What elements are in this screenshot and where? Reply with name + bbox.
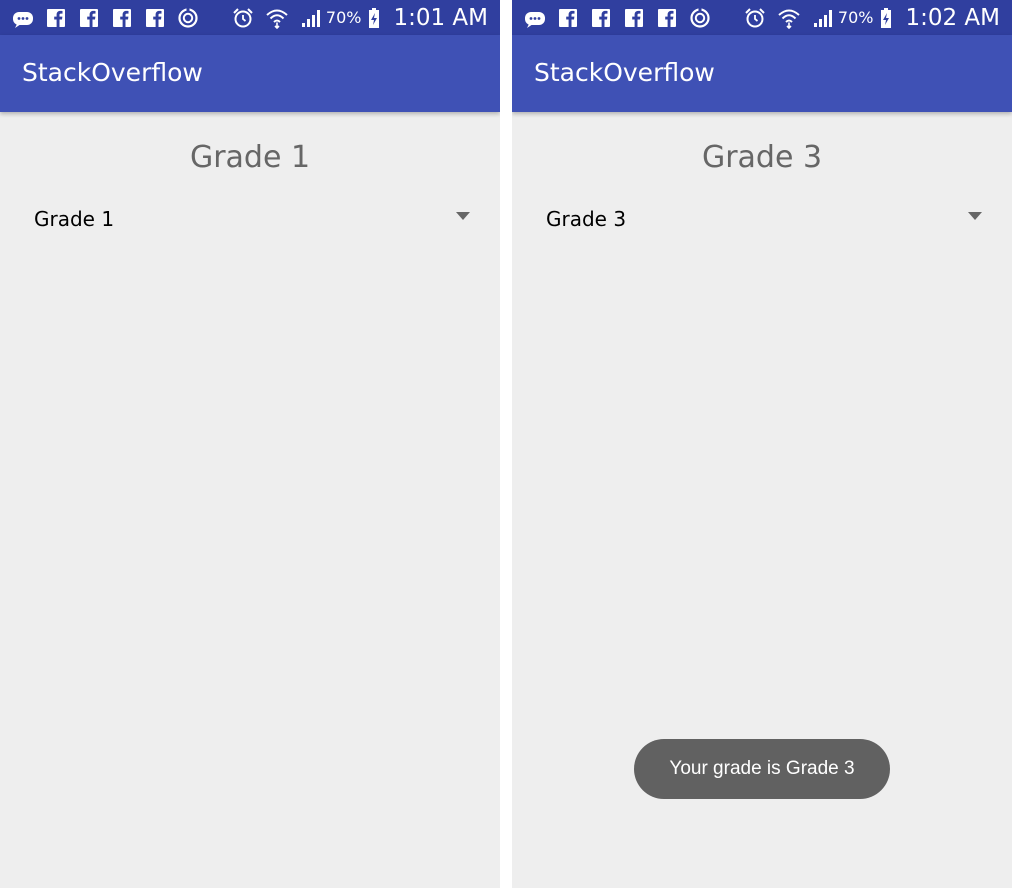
wifi-icon	[266, 7, 288, 29]
alarm-icon	[744, 7, 766, 29]
wifi-icon	[778, 7, 800, 29]
notification-icons	[12, 6, 199, 30]
facebook-icon	[557, 7, 579, 29]
spinner-selected-value: Grade 3	[546, 207, 627, 231]
facebook-icon	[656, 7, 678, 29]
phone-screen-1: 70% 1:01 AM StackOverflow Grade 1 Grade …	[0, 0, 500, 888]
phone-screen-2: 70% 1:02 AM StackOverflow Grade 3 Grade …	[512, 0, 1012, 888]
spinner-selected-value: Grade 1	[34, 207, 115, 231]
app-title: StackOverflow	[22, 58, 203, 87]
sync-icon	[689, 7, 711, 29]
facebook-icon	[590, 7, 612, 29]
status-time: 1:02 AM	[905, 4, 1000, 31]
notification-icons	[524, 6, 711, 30]
facebook-icon	[111, 7, 133, 29]
grade-heading: Grade 3	[701, 140, 823, 175]
status-bar: 70% 1:01 AM	[0, 0, 500, 35]
facebook-icon	[78, 7, 100, 29]
system-icons: 70% 1:01 AM	[232, 0, 488, 35]
app-bar: StackOverflow	[0, 35, 500, 112]
grade-spinner[interactable]: Grade 3	[534, 199, 994, 239]
system-icons: 70% 1:02 AM	[744, 0, 1000, 35]
cell-signal-icon	[812, 7, 834, 29]
status-bar: 70% 1:02 AM	[512, 0, 1012, 35]
alarm-icon	[232, 7, 254, 29]
facebook-icon	[45, 7, 67, 29]
dropdown-arrow-icon	[456, 212, 470, 220]
grade-spinner[interactable]: Grade 1	[22, 199, 482, 239]
screenshot-pair: 70% 1:01 AM StackOverflow Grade 1 Grade …	[0, 0, 1016, 888]
status-time: 1:01 AM	[393, 4, 488, 31]
battery-percent: 70%	[325, 8, 362, 27]
messenger-icon	[524, 7, 546, 29]
battery-percent: 70%	[837, 8, 874, 27]
facebook-icon	[623, 7, 645, 29]
facebook-icon	[144, 7, 166, 29]
app-title: StackOverflow	[534, 58, 715, 87]
dropdown-arrow-icon	[968, 212, 982, 220]
battery-charging-icon	[875, 7, 897, 29]
battery-charging-icon	[363, 7, 385, 29]
cell-signal-icon	[300, 7, 322, 29]
app-bar: StackOverflow	[512, 35, 1012, 112]
toast-message: Your grade is Grade 3	[634, 739, 890, 799]
grade-heading: Grade 1	[189, 140, 311, 175]
sync-icon	[177, 7, 199, 29]
messenger-icon	[12, 7, 34, 29]
